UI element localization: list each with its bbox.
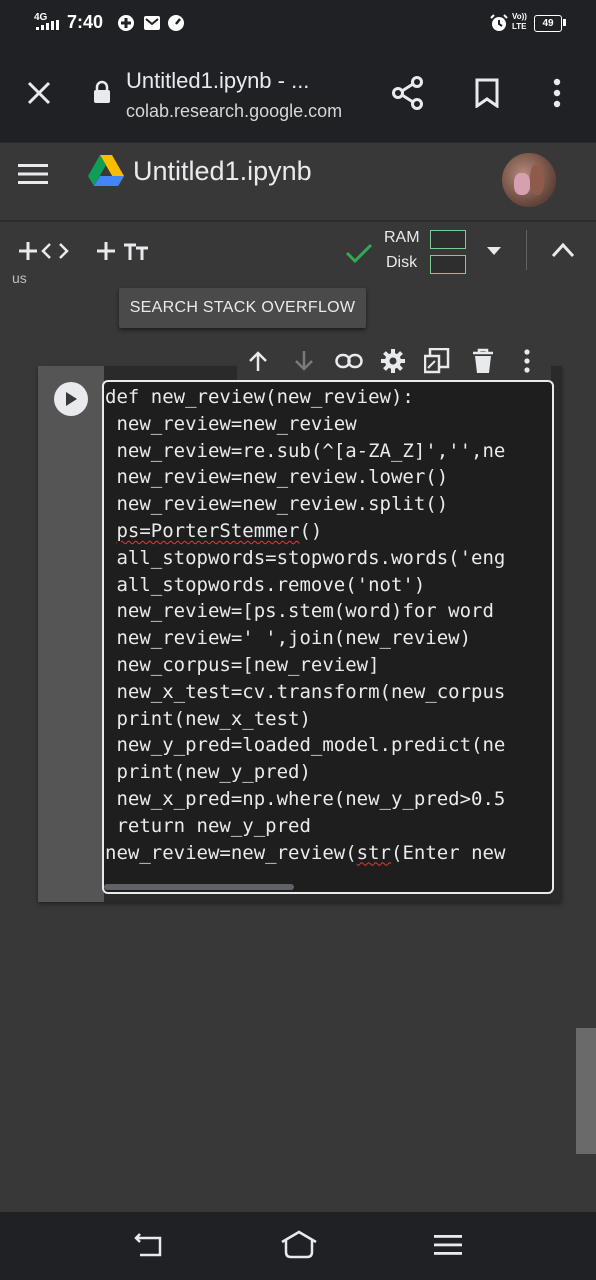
code-line[interactable]: new_review=new_review.split() (105, 491, 448, 517)
code-line[interactable]: new_review=re.sub(^[a-ZA_Z]','',ne (105, 438, 505, 464)
back-icon[interactable] (134, 1232, 164, 1258)
code-line[interactable]: return new_y_pred (105, 813, 310, 839)
dropdown-arrow-icon[interactable] (486, 246, 502, 256)
mail-icon (144, 16, 160, 30)
partial-cell-text: us (12, 270, 27, 286)
battery-icon: 49 (534, 15, 562, 32)
add-code-icon (19, 242, 69, 260)
bookmark-icon[interactable] (474, 78, 500, 108)
code-editor[interactable]: def new_review(new_review): new_review=n… (102, 380, 554, 894)
battery-level: 49 (542, 18, 554, 29)
code-line[interactable]: ps=PorterStemmer() (105, 518, 322, 544)
lock-icon[interactable] (92, 80, 112, 104)
clock: 7:40 (67, 12, 104, 32)
google-drive-icon[interactable] (88, 154, 124, 186)
search-stack-overflow-tooltip[interactable]: SEARCH STACK OVERFLOW (119, 288, 366, 328)
colab-header: Untitled1.ipynb (0, 142, 596, 221)
more-vert-icon[interactable] (552, 78, 562, 108)
home-icon[interactable] (280, 1230, 318, 1260)
battery-tip (563, 19, 566, 26)
link-icon[interactable] (335, 352, 363, 370)
hamburger-menu-icon[interactable] (18, 163, 48, 185)
close-icon[interactable] (26, 80, 52, 106)
delete-icon[interactable] (472, 348, 494, 374)
add-text-icon (97, 242, 148, 260)
code-line[interactable]: new_x_test=cv.transform(new_corpus (105, 679, 505, 705)
cell-toolbar (237, 342, 551, 380)
settings-gear-icon[interactable] (380, 348, 406, 374)
code-line[interactable]: new_review=new_review(str(Enter new (105, 840, 505, 866)
toolbar-divider (526, 230, 527, 270)
code-line[interactable]: new_review=[ps.stem(word)for word (105, 598, 505, 624)
code-line[interactable]: all_stopwords.remove('not') (105, 572, 425, 598)
alarm-icon (490, 14, 508, 31)
code-line[interactable]: new_review=new_review.lower() (105, 464, 448, 490)
chevron-up-icon[interactable] (551, 242, 575, 258)
ram-label: RAM (384, 229, 420, 246)
code-line[interactable]: all_stopwords=stopwords.words('eng (105, 545, 505, 571)
cell-more-icon[interactable] (522, 349, 532, 375)
share-icon[interactable] (392, 76, 424, 110)
code-line[interactable]: new_y_pred=loaded_model.predict(ne (105, 732, 505, 758)
code-line[interactable]: new_corpus=[new_review] (105, 652, 379, 678)
code-line[interactable]: def new_review(new_review): (105, 384, 414, 410)
avatar[interactable] (502, 153, 556, 207)
notebook-toolbar: RAM Disk (0, 220, 596, 284)
ram-meter[interactable] (430, 230, 466, 249)
volte-label: Vo)) (512, 12, 527, 21)
run-cell-button[interactable] (54, 382, 88, 416)
editor-horizontal-scrollbar[interactable] (104, 884, 294, 890)
cell-gutter (38, 366, 104, 902)
page-title[interactable]: Untitled1.ipynb - ... (126, 68, 309, 94)
code-line[interactable]: new_review=new_review (105, 411, 356, 437)
speedometer-icon (168, 15, 184, 31)
status-bar: 4G 7:40 Vo)) LTE 49 (0, 0, 596, 46)
add-code-button[interactable] (14, 236, 76, 266)
tooltip-label: SEARCH STACK OVERFLOW (129, 299, 356, 316)
page-scrollbar[interactable] (576, 1028, 596, 1154)
add-text-button[interactable] (92, 236, 154, 266)
browser-toolbar: Untitled1.ipynb - ... colab.research.goo… (0, 46, 596, 142)
code-line[interactable]: print(new_y_pred) (105, 759, 310, 785)
hospital-icon (118, 15, 134, 31)
notebook-title[interactable]: Untitled1.ipynb (133, 156, 312, 187)
play-icon (66, 392, 77, 406)
signal-icon (36, 20, 59, 30)
code-line[interactable]: new_x_pred=np.where(new_y_pred>0.5 (105, 786, 505, 812)
disk-meter[interactable] (430, 255, 466, 274)
connected-check-icon (345, 243, 373, 264)
system-nav-bar (0, 1212, 596, 1280)
disk-label: Disk (386, 254, 418, 271)
page-domain[interactable]: colab.research.google.com (126, 101, 342, 122)
recents-menu-icon[interactable] (434, 1234, 462, 1256)
move-up-icon[interactable] (247, 350, 269, 372)
move-down-icon[interactable] (293, 350, 315, 372)
code-line[interactable]: print(new_x_test) (105, 706, 310, 732)
code-line[interactable]: new_review=' ',join(new_review) (105, 625, 471, 651)
lte-label: LTE (512, 22, 527, 31)
mirror-cell-icon[interactable] (424, 348, 450, 374)
